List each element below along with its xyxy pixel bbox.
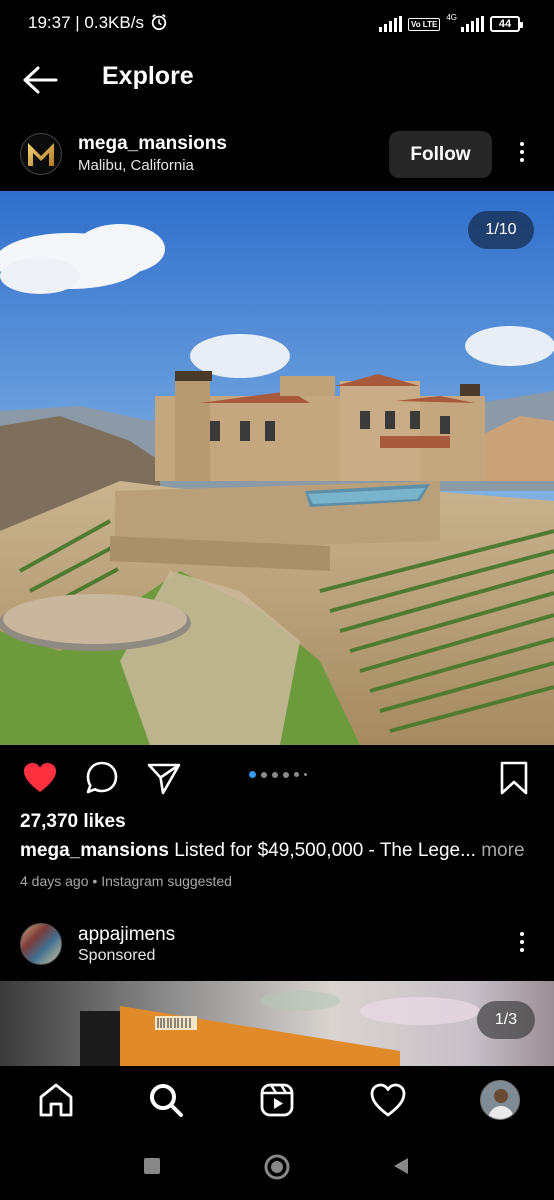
- carousel-dot: [272, 771, 278, 778]
- post-image[interactable]: [0, 191, 554, 745]
- caption[interactable]: mega_mansions Listed for $49,500,000 - T…: [20, 840, 525, 862]
- carousel-dots: [249, 771, 307, 778]
- network-type: 4G: [446, 13, 457, 22]
- carousel-dot: [261, 771, 267, 778]
- recent-apps-button[interactable]: [144, 1158, 160, 1174]
- signal-icon: [378, 16, 402, 32]
- post-username[interactable]: mega_mansions: [78, 133, 227, 155]
- signal-icon-2: [461, 16, 484, 32]
- volte-badge: Vo LTE: [407, 17, 441, 31]
- battery-icon: 44: [490, 16, 523, 32]
- home-icon[interactable]: [36, 1080, 76, 1120]
- carousel-dot: [304, 773, 307, 776]
- battery-level: 44: [498, 18, 512, 30]
- sponsored-username[interactable]: appajimens: [78, 924, 175, 946]
- sponsored-more-options-icon[interactable]: [510, 932, 534, 958]
- reels-icon[interactable]: [257, 1080, 297, 1120]
- meta-separator: •: [92, 873, 98, 889]
- back-triangle-button[interactable]: [392, 1157, 410, 1175]
- heart-icon[interactable]: [368, 1080, 408, 1120]
- carousel-dot: [283, 771, 289, 778]
- caption-more-link[interactable]: more: [481, 840, 524, 861]
- home-circle-button[interactable]: [263, 1153, 291, 1181]
- post-time: 4 days ago: [20, 873, 89, 889]
- likes-count[interactable]: 27,370 likes: [20, 811, 126, 833]
- profile-photo: [481, 1081, 519, 1119]
- share-icon[interactable]: [146, 760, 182, 796]
- suggested-label: Instagram suggested: [101, 873, 232, 889]
- profile-avatar[interactable]: [480, 1080, 520, 1120]
- more-options-icon[interactable]: [510, 142, 534, 168]
- image-counter: 1/10: [468, 211, 534, 249]
- status-indicators: Vo LTE 4G 44: [378, 13, 523, 34]
- sponsored-avatar[interactable]: [20, 923, 62, 965]
- status-bar: 19:37 | 0.3KB/s Vo LTE 4G 44: [0, 0, 554, 48]
- carousel-dot-active: [249, 771, 256, 778]
- post-avatar[interactable]: [20, 133, 62, 175]
- sponsored-label: Sponsored: [78, 947, 156, 964]
- status-time: 19:37 | 0.3KB/s: [28, 13, 144, 32]
- post-location[interactable]: Malibu, California: [78, 157, 194, 174]
- sponsored-image[interactable]: [0, 981, 554, 1066]
- mega-mansions-logo: [28, 143, 54, 166]
- page-title: Explore: [102, 62, 194, 90]
- alarm-icon: [151, 14, 167, 31]
- back-arrow-icon[interactable]: [20, 62, 60, 98]
- post-meta: 4 days ago • Instagram suggested: [20, 873, 232, 889]
- search-icon[interactable]: [146, 1080, 186, 1120]
- caption-username[interactable]: mega_mansions: [20, 840, 169, 861]
- comment-icon[interactable]: [84, 760, 120, 796]
- bookmark-icon[interactable]: [497, 760, 531, 796]
- sponsored-photo: [0, 981, 554, 1066]
- caption-text: Listed for $49,500,000 - The Lege...: [174, 840, 476, 861]
- follow-button[interactable]: Follow: [389, 131, 492, 178]
- carousel-dot: [294, 772, 299, 777]
- sponsored-image-counter: 1/3: [477, 1001, 535, 1039]
- mansion-photo: [0, 191, 554, 745]
- heart-filled-icon[interactable]: [22, 760, 58, 796]
